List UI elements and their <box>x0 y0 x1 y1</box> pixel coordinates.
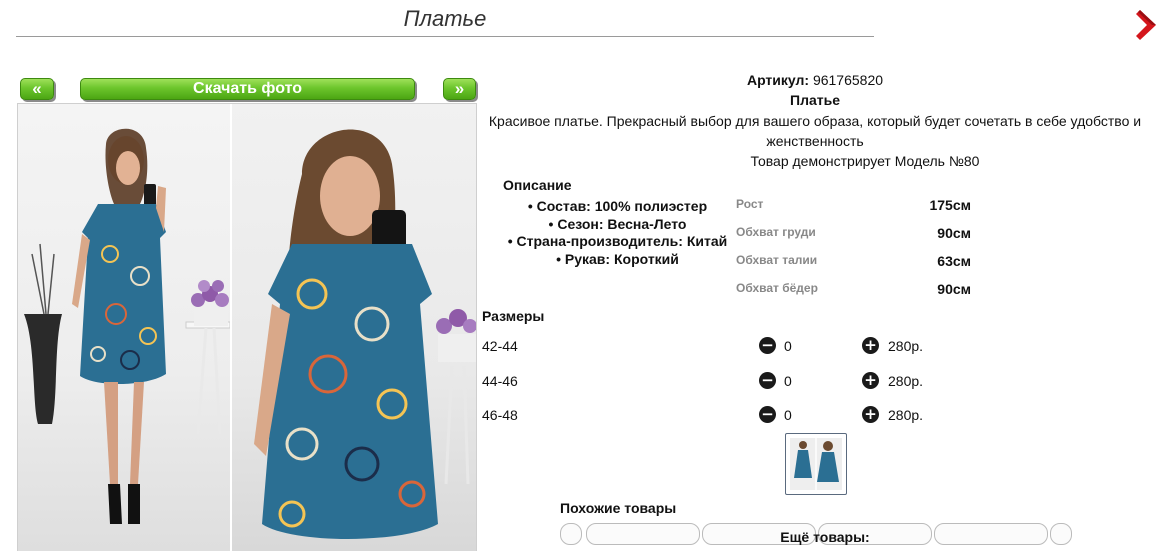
close-button[interactable] <box>1136 10 1156 40</box>
product-photo-closeup[interactable] <box>232 104 476 551</box>
minus-circle-icon[interactable]: − <box>759 406 776 423</box>
measurement-value-bust: 90см <box>937 225 971 241</box>
close-icon <box>1136 10 1156 40</box>
measurement-value-waist: 63см <box>937 253 971 269</box>
next-photo-button[interactable]: » <box>443 78 476 100</box>
size-qty: 0 <box>784 373 792 389</box>
plus-circle-icon[interactable]: + <box>862 406 879 423</box>
description-item: • Рукав: Короткий <box>556 250 679 267</box>
flowers-decor <box>436 309 476 362</box>
size-qty: 0 <box>784 338 792 354</box>
measurement-label-hips: Обхват бёдер <box>736 281 818 295</box>
size-price: 280р. <box>888 338 924 354</box>
similar-heading: Похожие товары <box>560 500 677 516</box>
size-price: 280р. <box>888 407 924 423</box>
photo-thumbnail[interactable] <box>785 433 847 495</box>
measurement-value-hips: 90см <box>937 281 971 297</box>
prev-photo-button[interactable]: « <box>20 78 54 100</box>
measurement-label-bust: Обхват груди <box>736 225 816 239</box>
download-photo-button[interactable]: Скачать фото <box>80 78 415 100</box>
plus-circle-icon[interactable]: + <box>862 337 879 354</box>
product-description: Красивое платье. Прекрасный выбор для ва… <box>488 113 1142 149</box>
measurement-label-height: Рост <box>736 197 764 211</box>
size-name: 44-46 <box>482 373 518 389</box>
article-label: Артикул: <box>746 72 810 88</box>
article-line: Артикул: 961765820 <box>480 72 1150 88</box>
page-title: Платье <box>403 6 487 31</box>
measurement-value-height: 175см <box>929 197 971 213</box>
minus-circle-icon[interactable]: − <box>759 337 776 354</box>
size-name: 46-48 <box>482 407 518 423</box>
product-name: Платье <box>790 92 840 108</box>
more-heading: Ещё товары: <box>780 529 870 545</box>
description-item: • Состав: 100% полиэстер <box>527 198 708 214</box>
size-qty: 0 <box>784 407 792 423</box>
description-list: • Состав: 100% полиэстер • Сезон: Весна-… <box>495 198 740 268</box>
plus-circle-icon[interactable]: + <box>862 372 879 389</box>
size-name: 42-44 <box>482 338 518 354</box>
description-item: • Сезон: Весна-Лето <box>548 215 687 232</box>
product-photo-full[interactable] <box>18 104 230 551</box>
minus-circle-icon[interactable]: − <box>759 372 776 389</box>
measurement-label-waist: Обхват талии <box>736 253 818 267</box>
flowers-decor <box>191 280 229 307</box>
title-divider <box>16 36 874 37</box>
description-heading: Описание <box>503 177 572 193</box>
description-item: • Страна-производитель: Китай <box>507 233 728 249</box>
model-line: Товар демонстрирует Модель №80 <box>750 153 980 169</box>
size-price: 280р. <box>888 373 924 389</box>
article-value: 961765820 <box>812 72 884 88</box>
sizes-heading: Размеры <box>482 308 545 324</box>
vase-decor <box>24 314 62 424</box>
